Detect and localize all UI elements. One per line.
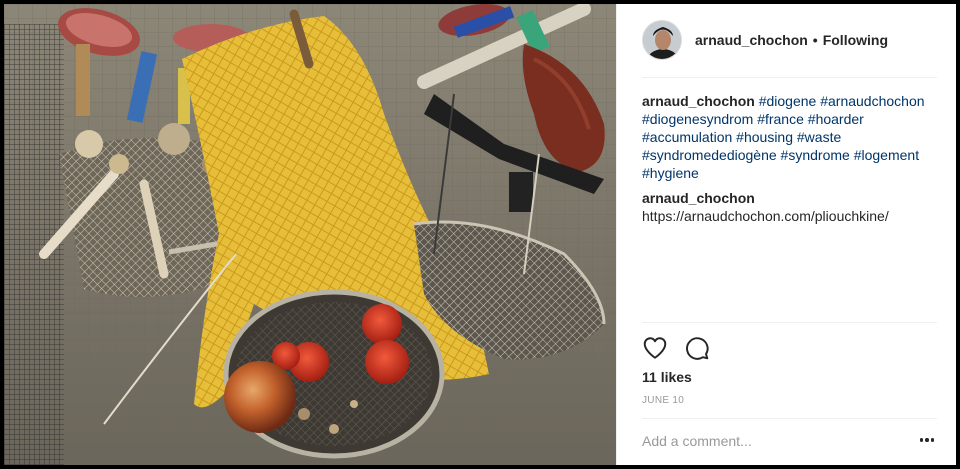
actions-divider [642,322,937,323]
hashtag[interactable]: #diogenesyndrom [642,111,753,127]
more-dot [925,438,929,442]
add-comment-input[interactable] [642,431,902,451]
caption: arnaud_chochon #diogene #arnaudchochon #… [642,92,940,232]
more-dot [919,438,924,442]
header-separator: • [812,32,818,48]
caption-username[interactable]: arnaud_chochon [642,93,755,109]
hashtag[interactable]: #syndromedediogène [642,147,777,163]
header-text: arnaud_chochon • Following [695,32,888,48]
post-photo[interactable] [4,4,616,465]
avatar-portrait-icon [643,21,681,59]
more-options-icon[interactable] [917,433,937,447]
more-dot [930,438,935,442]
photo-artwork [4,4,616,465]
post-details-panel: arnaud_chochon • Following arnaud_chocho… [616,4,956,465]
avatar[interactable] [642,20,682,60]
post-actions [642,335,710,361]
post-date[interactable]: JUNE 10 [642,395,684,406]
hashtag[interactable]: #syndrome [781,147,850,163]
comment-username[interactable]: arnaud_chochon [642,190,755,206]
caption-text: arnaud_chochon #diogene #arnaudchochon #… [642,92,940,182]
comment-entry: arnaud_chochon https://arnaudchochon.com… [642,189,940,225]
post-window: arnaud_chochon • Following arnaud_chocho… [4,4,956,465]
hashtag[interactable]: #diogene [759,93,817,109]
hashtag[interactable]: #housing [736,129,793,145]
hashtag[interactable]: #logement [854,147,919,163]
author-username[interactable]: arnaud_chochon [695,32,808,48]
comment-divider [642,418,937,419]
speech-bubble-icon[interactable] [684,335,710,361]
hashtag[interactable]: #arnaudchochon [820,93,924,109]
hashtag[interactable]: #accumulation [642,129,732,145]
post-header: arnaud_chochon • Following [642,18,888,62]
hashtag[interactable]: #hoarder [808,111,864,127]
hashtag[interactable]: #hygiene [642,165,699,181]
hashtag[interactable]: #waste [797,129,841,145]
comment-text: https://arnaudchochon.com/pliouchkine/ [642,208,889,224]
following-button[interactable]: Following [823,32,888,48]
header-divider [642,77,937,78]
heart-icon[interactable] [642,335,668,361]
hashtag[interactable]: #france [757,111,804,127]
likes-count[interactable]: 11 likes [642,369,692,385]
